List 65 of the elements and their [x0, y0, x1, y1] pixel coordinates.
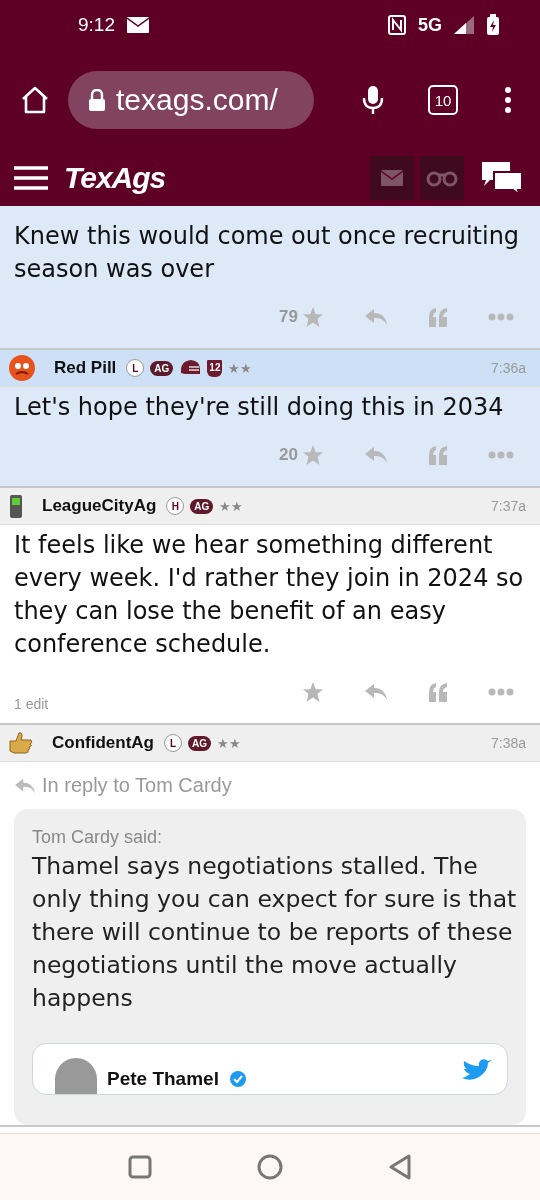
quote-icon[interactable]: [428, 682, 448, 702]
badge: H: [166, 497, 185, 515]
star-count: 20: [279, 445, 298, 465]
star-icon[interactable]: [302, 306, 324, 328]
shield-badge: 12: [207, 359, 223, 377]
home-button-icon[interactable]: [257, 1154, 283, 1180]
reply-icon[interactable]: [364, 307, 388, 327]
battery-icon: [486, 14, 500, 36]
post-text: It feels like we hear something different every week. I'd rather they join in 2024 so they can lose the benefit of an easy conference schedule.: [13, 530, 525, 660]
post-time: 7:38a: [490, 735, 526, 751]
more-menu-icon[interactable]: [504, 87, 512, 113]
recents-icon[interactable]: [128, 1155, 152, 1179]
signal-icon: [454, 16, 474, 34]
thumbs-up-icon: [8, 731, 34, 755]
badge: L: [126, 359, 145, 377]
rank-stars: ★★: [228, 360, 253, 376]
home-icon[interactable]: [20, 86, 50, 114]
address-bar[interactable]: texags.com/: [68, 71, 314, 129]
back-icon[interactable]: [388, 1154, 412, 1180]
reply-icon[interactable]: [364, 682, 388, 702]
site-logo[interactable]: TexAgs: [64, 161, 166, 195]
post-text: Knew this would come out once recruiting season was over: [13, 221, 521, 285]
binoculars-button[interactable]: [420, 156, 464, 200]
verified-icon: [228, 1070, 247, 1088]
avatar: [55, 1058, 97, 1094]
more-icon[interactable]: [488, 688, 514, 696]
more-icon[interactable]: [488, 313, 514, 321]
star-count: 79: [279, 307, 298, 327]
tweet-author: Pete Thamel: [107, 1068, 219, 1091]
more-icon[interactable]: [488, 451, 514, 459]
messages-button[interactable]: [370, 156, 414, 200]
reply-arrow-icon: [14, 776, 36, 795]
phone-icon: [8, 493, 24, 519]
star-icon[interactable]: [302, 444, 324, 466]
quote-icon[interactable]: [428, 445, 448, 465]
binoculars-icon: [426, 169, 458, 187]
post-text: Let's hope they're still doing this in 2034: [13, 392, 505, 423]
quote-text: Thamel says negotiations stalled. The only thing you can expect for sure is that there will continue to be reports of these negotiations until the move actually happens: [32, 851, 518, 1014]
nfc-icon: [388, 15, 406, 35]
helmet-icon: [179, 359, 202, 377]
quote-author: Tom Cardy said:: [32, 827, 164, 848]
badge: AG: [188, 735, 211, 751]
mail-glyph: [381, 170, 403, 186]
rank-stars: ★★: [219, 498, 244, 514]
author-name[interactable]: LeagueCityAg: [42, 496, 157, 516]
badge: L: [164, 734, 182, 752]
star-icon[interactable]: [302, 681, 324, 703]
network-type: 5G: [418, 14, 442, 36]
author-name[interactable]: Red Pill: [54, 358, 117, 378]
clock: 9:12: [78, 14, 115, 36]
quote-icon[interactable]: [428, 307, 448, 327]
rank-stars: ★★: [217, 735, 241, 751]
notification-mail-icon: [127, 17, 149, 33]
edit-note: 1 edit: [14, 696, 49, 712]
badge: AG: [190, 498, 214, 514]
chat-icon[interactable]: [480, 160, 524, 196]
post-time: 7:37a: [490, 498, 526, 514]
post-time: 7:36a: [490, 360, 526, 376]
avatar-icon: [8, 354, 36, 382]
badge: AG: [150, 360, 174, 376]
menu-icon[interactable]: [14, 166, 48, 190]
tab-count-button[interactable]: 10: [428, 85, 458, 115]
reply-icon[interactable]: [364, 445, 388, 465]
microphone-icon[interactable]: [362, 85, 384, 115]
author-name[interactable]: ConfidentAg: [52, 733, 154, 753]
